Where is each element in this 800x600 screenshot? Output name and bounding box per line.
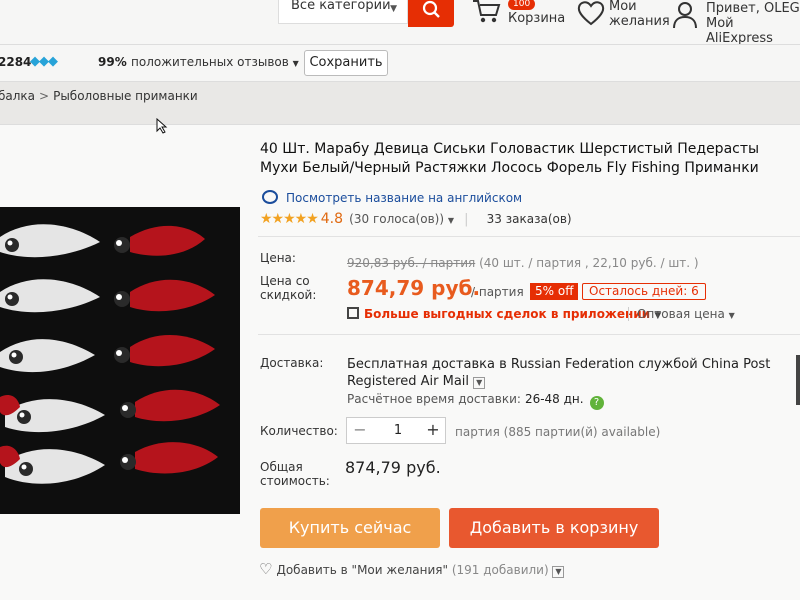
total-price: 874,79 руб. [345,458,441,477]
discount-label-line2: скидкой: [260,288,317,302]
shipping-method-text: Бесплатная доставка в Russian Federation… [347,357,771,389]
wishlist-link[interactable] [577,0,605,30]
help-icon[interactable]: ? [589,396,604,410]
account-greeting: Привет, OLEG [706,1,800,16]
product-image[interactable] [0,207,240,514]
store-info-bar: 2284 ◆◆◆ 99% положительных отзывов ▼ Сох… [0,44,800,82]
scrollbar[interactable] [796,355,800,405]
divider [258,334,800,335]
discount-price-label: Цена со скидкой: [260,274,316,302]
quantity-label: Количество: [260,424,338,438]
quantity-availability: партия (885 партии(й) available) [455,425,661,439]
account-link[interactable] [672,1,698,33]
buy-now-button[interactable]: Купить сейчас [260,508,440,548]
app-deals-link[interactable]: Больше выгодных сделок в приложении ▼ [347,307,661,321]
diamond-icon: ◆◆◆ [30,54,58,69]
account-label[interactable]: Привет, OLEG Мой AliExpress [706,1,800,46]
old-price-value: 920,83 руб. / партия [347,256,476,270]
quantity-stepper: − 1 + [346,417,446,444]
account-my-aliexpress: Мой AliExpress [706,16,773,46]
star-rating-icon: ★★★★★ [260,211,319,227]
total-label-line2: стоимость: [260,474,330,488]
breadcrumb-item[interactable]: балка [0,89,35,103]
category-select-label: Все категории [291,0,391,13]
chevron-down-icon: ▼ [447,216,454,225]
cart-link[interactable] [472,0,502,28]
total-label: Общая стоимость: [260,460,330,488]
wishlist-line2: желания [609,14,670,29]
add-to-wishlist-link[interactable]: ♡ Добавить в "Мои желания" (191 добавили)… [259,560,565,578]
wholesale-text: Оптовая цена [637,307,725,321]
breadcrumb-separator: > [39,89,50,103]
wholesale-price-link[interactable]: Оптовая цена ▼ [628,307,735,321]
store-rating-count: 2284 [0,55,32,69]
shipping-label: Доставка: [260,356,324,370]
save-store-button[interactable]: Сохранить [304,50,388,76]
divider: | [464,212,469,227]
wishlist-add-text: Добавить в "Мои желания" [276,563,448,577]
cart-count-badge: 100 [508,0,536,10]
divider [258,236,800,237]
rating-score: 4.8 [320,211,344,227]
add-to-cart-button[interactable]: Добавить в корзину [449,508,659,548]
lot-info: (40 шт. / партия , 22,10 руб. / шт. ) [479,256,699,270]
app-deals-text: Больше выгодных сделок в приложении [364,307,651,321]
rating-row: ★★★★★ 4.8 (30 голоса(ов)) ▼ | 33 заказа(о… [260,211,572,227]
feedback-label[interactable]: положительных отзывов ▼ [131,55,299,69]
top-header: Все категории ▼ 100 Корзина Мои желания … [0,0,800,46]
cart-icon [473,0,501,23]
heart-plus-icon: ♡ [259,560,273,578]
heart-icon [577,1,605,26]
translate-icon [262,190,278,204]
quantity-input[interactable]: 1 [373,418,423,443]
quantity-decrease-button[interactable]: − [347,418,373,443]
feedback-label-text: положительных отзывов [131,55,289,69]
product-title: 40 Шт. Марабу Девица Сиськи Головастик Ш… [260,141,760,176]
days-left-badge: Осталось дней: 6 [582,283,706,300]
user-icon [673,2,697,29]
chevron-down-icon[interactable]: ▼ [552,566,565,578]
caret-down-icon: ▼ [728,311,735,320]
discount-badge: 5% off [530,283,579,300]
price-label: Цена: [260,251,296,265]
search-icon [422,0,440,18]
original-price: 920,83 руб. / партия (40 шт. / партия , … [347,256,699,270]
delivery-time: Расчётное время доставки: 26-48 дн.? [347,392,604,410]
shipping-options-chevron-icon[interactable]: ▼ [473,377,486,389]
breadcrumb: балка > Рыболовные приманки [0,89,198,103]
breadcrumb-item[interactable]: Рыболовные приманки [53,89,198,103]
chevron-down-icon: ▼ [292,59,299,68]
wishlist-label[interactable]: Мои желания [609,0,670,29]
category-select[interactable]: Все категории ▼ [278,0,408,24]
rating-votes-text: (30 голоса(ов)) [349,212,445,226]
translate-link-text: Посмотреть название на английском [286,191,523,205]
orders-count: 33 заказа(ов) [486,212,572,226]
rating-votes[interactable]: (30 голоса(ов)) ▼ [349,212,454,226]
total-label-line1: Общая [260,460,303,474]
wishlist-add-count: (191 добавили) [451,563,549,577]
discount-label-line1: Цена со [260,274,310,288]
search-button[interactable] [408,0,454,27]
fishing-flies-photo [0,207,240,514]
qr-code-icon [347,307,359,319]
wishlist-line1: Мои [609,0,637,14]
translate-title-link[interactable]: Посмотреть название на английском [262,190,522,205]
cart-label[interactable]: Корзина [508,11,565,26]
per-lot-label: / партия [471,285,524,299]
discount-price: 874,79 руб. [347,276,481,300]
quantity-increase-button[interactable]: + [421,418,445,443]
chevron-down-icon: ▼ [390,4,397,14]
shipping-method: Бесплатная доставка в Russian Federation… [347,356,800,390]
mouse-cursor-icon [156,118,168,134]
feedback-percent: 99% [98,55,127,69]
delivery-time-days: 26-48 дн. [524,392,584,406]
delivery-time-label: Расчётное время доставки: [347,392,521,406]
